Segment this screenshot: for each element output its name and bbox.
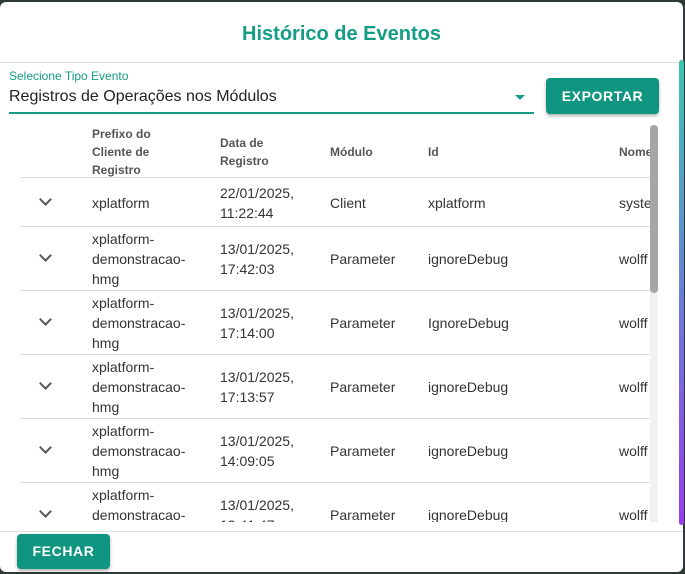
cell-module: Parameter	[330, 251, 396, 267]
header-name: Nome	[619, 145, 650, 159]
cell-prefix: xplatform-demonstracao-hmg	[92, 423, 186, 479]
cell-module: Parameter	[330, 315, 396, 331]
table-row[interactable]: xplatform-demonstracao-hmg 13/01/2025, 17…	[21, 227, 650, 291]
cell-date: 13/01/2025, 17:42:03	[220, 241, 294, 277]
event-history-dialog: Histórico de Eventos Selecione Tipo Even…	[0, 2, 683, 572]
chevron-down-icon[interactable]	[39, 313, 52, 326]
select-value[interactable]: Registros de Operações nos Módulos	[9, 88, 277, 106]
header-date: Data de Registro	[220, 136, 269, 168]
chevron-down-icon[interactable]	[39, 441, 52, 454]
cell-id: ignoreDebug	[428, 507, 509, 522]
cell-name: system	[619, 195, 650, 211]
chevron-down-icon[interactable]	[39, 193, 52, 206]
side-gradient-bar	[679, 60, 684, 525]
cell-module: Parameter	[330, 443, 396, 459]
cell-name: wolff	[619, 443, 648, 459]
cell-id: ignoreDebug	[428, 251, 509, 267]
cell-date: 13/01/2025, 17:14:00	[220, 305, 294, 341]
chevron-down-icon[interactable]	[39, 249, 52, 262]
cell-id: xplatform	[428, 195, 486, 211]
cell-name: wolff	[619, 507, 648, 522]
table-row[interactable]: xplatform-demonstracao-hmg 13/01/2025, 13…	[21, 483, 650, 522]
cell-date: 13/01/2025, 13:41:47	[220, 497, 294, 522]
divider	[0, 62, 683, 63]
header-module: Módulo	[330, 145, 373, 159]
cell-date: 13/01/2025, 14:09:05	[220, 433, 294, 469]
cell-id: ignoreDebug	[428, 379, 509, 395]
table-row[interactable]: xplatform-demonstracao-hmg 13/01/2025, 14…	[21, 419, 650, 483]
cell-id: IgnoreDebug	[428, 315, 509, 331]
cell-name: wolff	[619, 251, 648, 267]
select-label: Selecione Tipo Evento	[9, 69, 129, 83]
cell-date: 22/01/2025, 11:22:44	[220, 185, 294, 221]
cell-date: 13/01/2025, 17:13:57	[220, 369, 294, 405]
scrollbar-thumb[interactable]	[650, 125, 658, 293]
cell-prefix: xplatform-demonstracao-hmg	[92, 231, 186, 287]
cell-prefix: xplatform-demonstracao-hmg	[92, 359, 186, 415]
cell-name: wolff	[619, 379, 648, 395]
cell-module: Parameter	[330, 507, 396, 522]
cell-prefix: xplatform	[92, 195, 150, 211]
header-id: Id	[428, 145, 439, 159]
chevron-down-icon[interactable]	[39, 505, 52, 518]
footer-divider	[0, 531, 683, 532]
cell-module: Parameter	[330, 379, 396, 395]
cell-prefix: xplatform-demonstracao-hmg	[92, 295, 186, 351]
chevron-down-icon[interactable]	[39, 377, 52, 390]
cell-module: Client	[330, 195, 366, 211]
dialog-title: Histórico de Eventos	[242, 23, 441, 45]
close-button[interactable]: FECHAR	[17, 534, 110, 569]
dropdown-arrow-icon[interactable]	[515, 95, 525, 100]
table-header: Prefixo do Cliente de Registro Data de R…	[21, 122, 650, 178]
table-row[interactable]: xplatform 22/01/2025, 11:22:44 Client xplat…	[21, 179, 650, 227]
cell-id: ignoreDebug	[428, 443, 509, 459]
select-underline	[9, 112, 534, 114]
export-button[interactable]: EXPORTAR	[546, 78, 659, 114]
header-prefix: Prefixo do Cliente de Registro	[92, 127, 151, 177]
table-row[interactable]: xplatform-demonstracao-hmg 13/01/2025, 17…	[21, 291, 650, 355]
table-row[interactable]: xplatform-demonstracao-hmg 13/01/2025, 17…	[21, 355, 650, 419]
cell-name: wolff	[619, 315, 648, 331]
cell-prefix: xplatform-demonstracao-hmg	[92, 487, 186, 522]
events-table: Prefixo do Cliente de Registro Data de R…	[21, 122, 650, 522]
